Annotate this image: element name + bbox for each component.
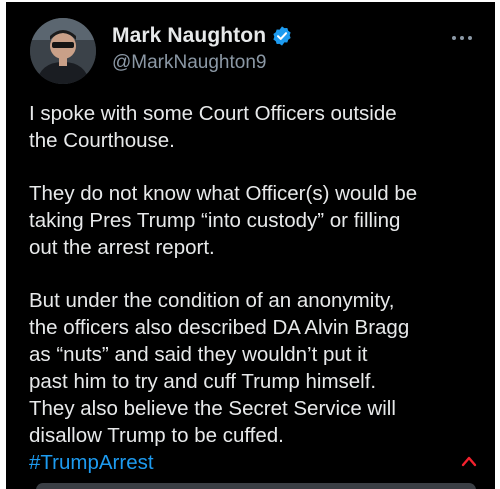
author-display-name[interactable]: Mark Naughton	[112, 24, 266, 48]
tweet-paragraph: But under the condition of an anonymity,…	[29, 289, 410, 447]
author-name-row[interactable]: Mark Naughton	[112, 24, 293, 48]
tweet-card: Mark Naughton @MarkNaughton9 I spoke wit…	[6, 2, 495, 489]
chevron-up-icon[interactable]	[461, 454, 477, 468]
author-handle[interactable]: @MarkNaughton9	[112, 52, 266, 74]
tweet-paragraph: They do not know what Officer(s) would b…	[29, 182, 418, 259]
hashtag-link[interactable]: #TrumpArrest	[29, 449, 479, 476]
more-options-icon[interactable]	[451, 26, 473, 44]
verified-badge-icon	[271, 25, 293, 47]
avatar-image	[30, 18, 96, 84]
bottom-bar	[36, 483, 476, 489]
avatar[interactable]	[30, 18, 96, 84]
tweet-body: I spoke with some Court Officers outside…	[29, 100, 479, 476]
tweet-paragraph: I spoke with some Court Officers outside…	[29, 102, 397, 152]
